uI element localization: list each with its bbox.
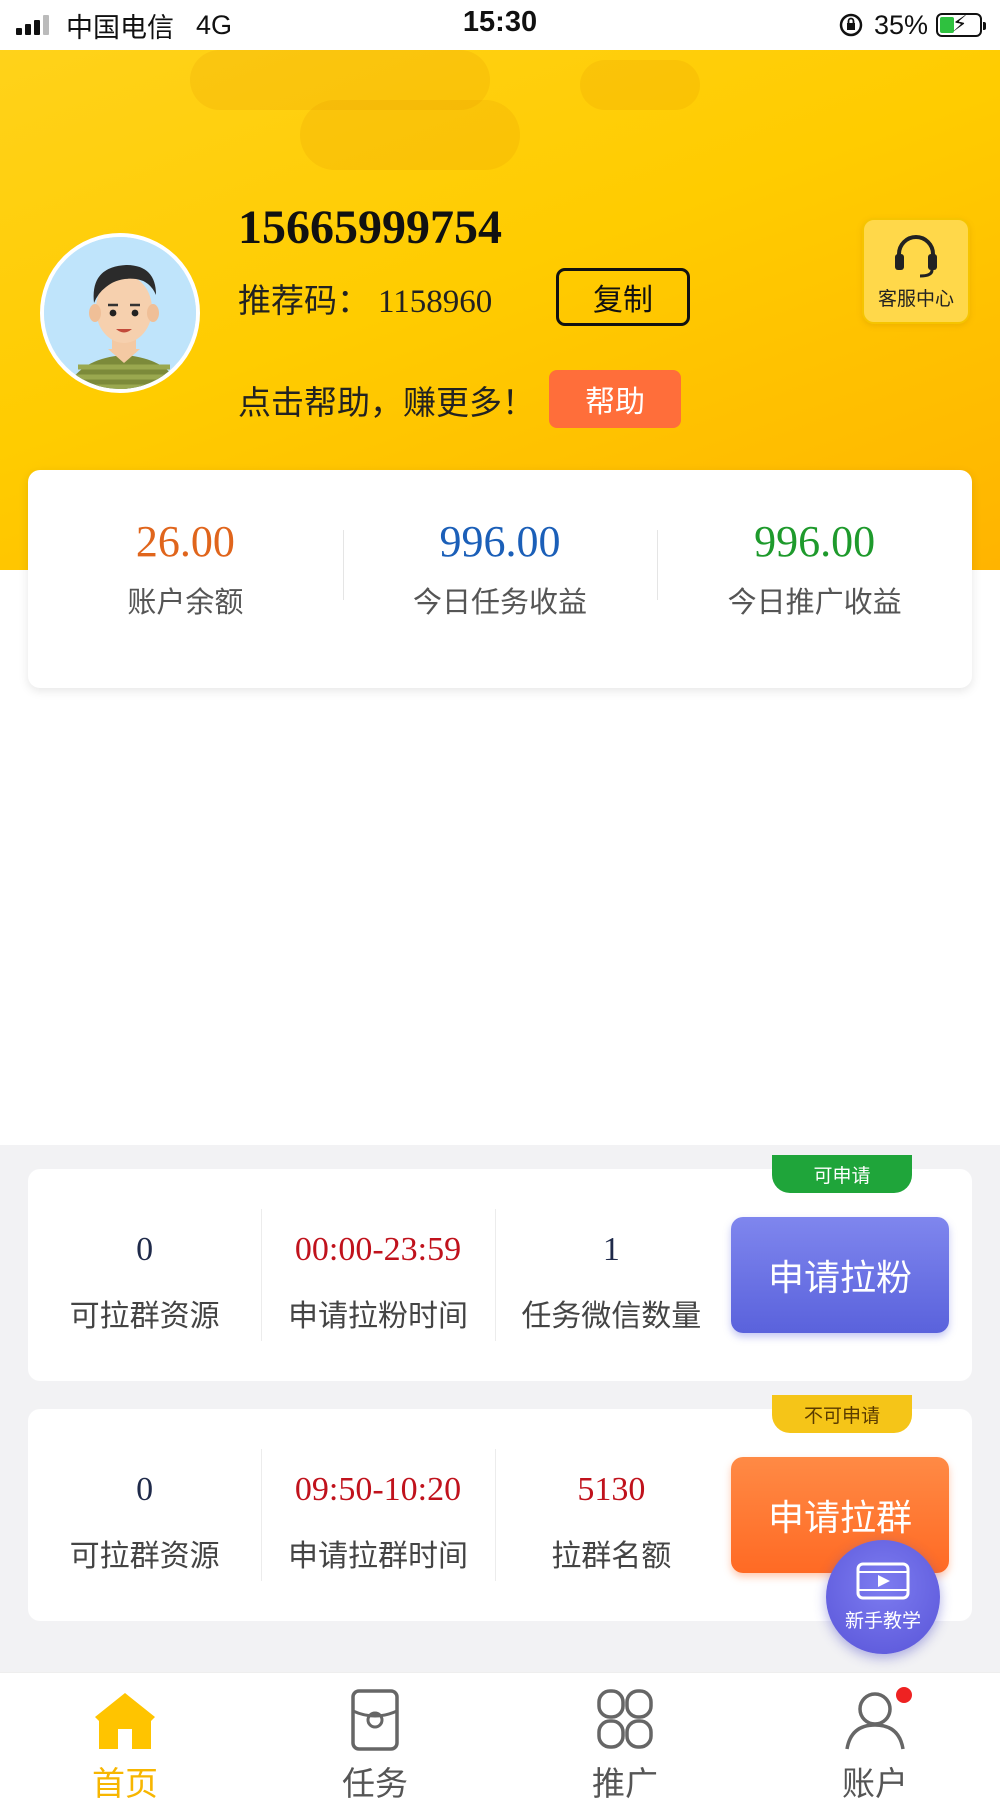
tab-label: 任务: [342, 1764, 408, 1803]
task-label: 拉群名额: [551, 1539, 672, 1574]
bottom-tab-bar: 首页 任务 推广 账户: [0, 1672, 1000, 1818]
stat-value: 996.00: [754, 517, 876, 566]
referral-code-row: 推荐码： 1158960: [238, 274, 492, 322]
task-value: 5130: [577, 1471, 646, 1508]
tutorial-label: 新手教学: [844, 1610, 921, 1632]
apply-fans-button[interactable]: 申请拉粉: [731, 1217, 949, 1333]
stat-label: 账户余额: [127, 585, 244, 619]
stat-promo-income[interactable]: 996.00 今日推广收益: [657, 470, 972, 688]
help-button[interactable]: 帮助: [549, 370, 681, 428]
tab-home[interactable]: 首页: [0, 1673, 250, 1818]
task-value: 09:50-10:20: [294, 1471, 462, 1508]
home-icon: [95, 1693, 155, 1749]
tab-task[interactable]: 任务: [250, 1673, 500, 1818]
task-value: 1: [602, 1231, 620, 1268]
stat-balance[interactable]: 26.00 账户余额: [28, 470, 343, 688]
stats-card: 26.00 账户余额 996.00 今日任务收益 996.00 今日推广收益: [28, 470, 972, 688]
task-cell: 00:00-23:59 申请拉粉时间: [261, 1169, 494, 1381]
referral-code-label: 推荐码：: [238, 281, 370, 320]
task-cell: 0 可拉群资源: [28, 1169, 261, 1381]
user-phone: 15665999754: [238, 201, 502, 254]
task-icon: [351, 1689, 399, 1751]
task-value: 00:00-23:59: [294, 1231, 462, 1268]
rotation-lock-icon: [839, 13, 863, 37]
task-label: 可拉群资源: [69, 1539, 220, 1574]
tab-label: 账户: [842, 1764, 908, 1803]
tab-label: 推广: [592, 1764, 658, 1803]
task-cell: 09:50-10:20 申请拉群时间: [261, 1409, 494, 1621]
promote-icon: [597, 1689, 653, 1749]
tab-promote[interactable]: 推广: [500, 1673, 750, 1818]
tab-label: 首页: [92, 1764, 158, 1803]
stat-label: 今日任务收益: [413, 585, 588, 619]
task-cell: 1 任务微信数量: [494, 1169, 728, 1381]
customer-service-label: 客服中心: [877, 288, 954, 310]
task-label: 可拉群资源: [69, 1299, 220, 1334]
stat-label: 今日推广收益: [727, 585, 902, 619]
task-cell: 0 可拉群资源: [28, 1409, 261, 1621]
help-prompt: 点击帮助，赚更多！: [238, 383, 535, 422]
task-label: 申请拉群时间: [287, 1539, 468, 1574]
task-card-fans: 0 可拉群资源 00:00-23:59 申请拉粉时间 1 任务微信数量 申请拉粉…: [28, 1155, 972, 1381]
video-icon: [856, 1562, 910, 1600]
stat-task-income[interactable]: 996.00 今日任务收益: [342, 470, 658, 688]
referral-code: 1158960: [378, 284, 493, 320]
task-cell: 5130 拉群名额: [494, 1409, 728, 1621]
stat-value: 996.00: [439, 517, 561, 566]
notification-dot: [896, 1687, 912, 1703]
avatar[interactable]: [40, 233, 200, 393]
avatar-illustration: [44, 237, 196, 389]
task-value: 0: [136, 1231, 154, 1268]
status-badge: 可申请: [772, 1155, 912, 1193]
battery-icon: ⚡: [936, 12, 986, 37]
tutorial-float-button[interactable]: 新手教学: [826, 1540, 940, 1654]
status-bar: 中国电信 4G 15:30 35% ⚡: [0, 0, 1000, 50]
copy-button[interactable]: 复制: [556, 268, 690, 326]
tab-account[interactable]: 账户: [750, 1673, 1000, 1818]
status-badge: 不可申请: [772, 1395, 912, 1433]
customer-service-button[interactable]: 客服中心: [862, 218, 970, 324]
battery-percent: 35%: [873, 9, 928, 40]
headset-icon: [895, 235, 937, 278]
task-label: 申请拉粉时间: [287, 1299, 468, 1334]
stat-value: 26.00: [135, 517, 235, 566]
task-label: 任务微信数量: [521, 1299, 702, 1334]
task-value: 0: [136, 1471, 154, 1508]
